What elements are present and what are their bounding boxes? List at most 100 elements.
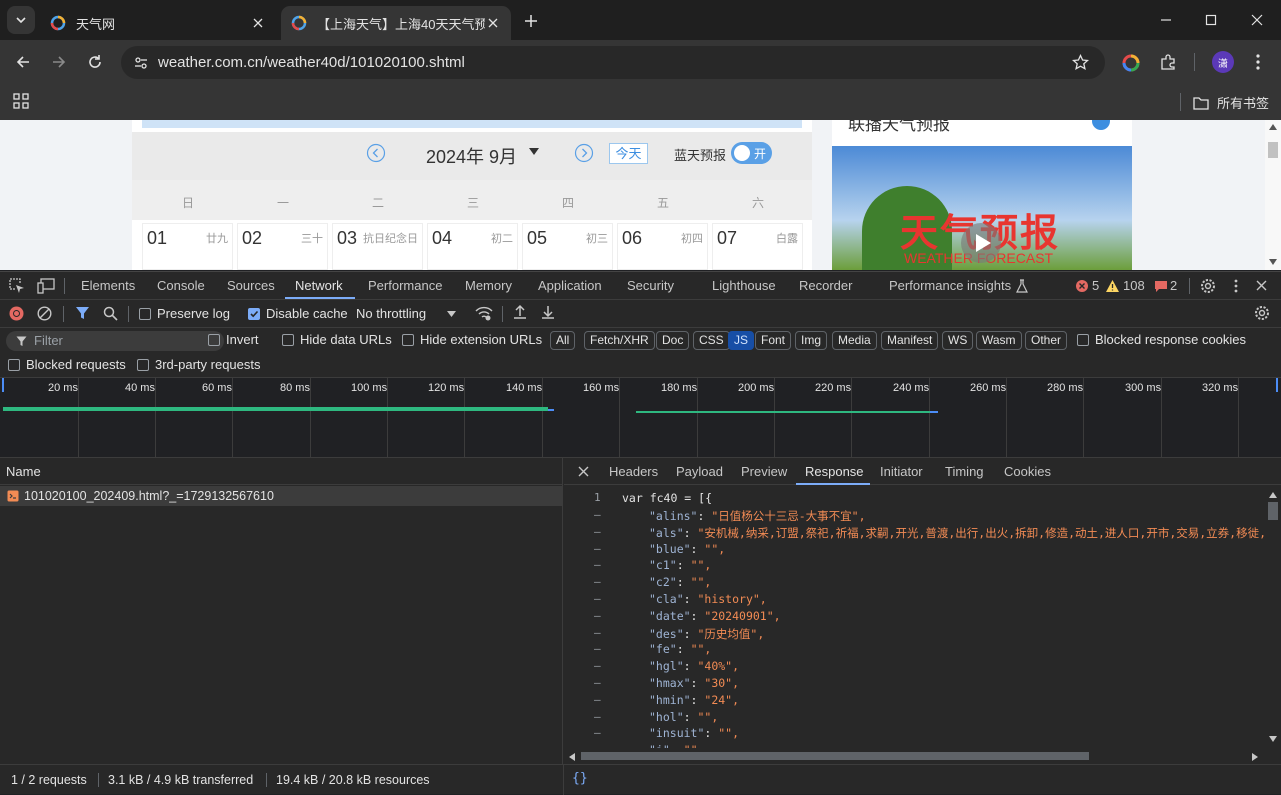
calendar-day[interactable]: 02 三十	[237, 223, 328, 270]
blocked-response-cookies-checkbox[interactable]	[1077, 334, 1089, 346]
kebab-menu-icon[interactable]	[1250, 53, 1266, 71]
kebab-menu-icon[interactable]	[1230, 278, 1242, 294]
page-scroll-thumb[interactable]	[1268, 142, 1278, 158]
export-har-icon[interactable]	[541, 304, 555, 320]
hide-extension-urls-checkbox[interactable]	[402, 334, 414, 346]
next-month-icon[interactable]	[574, 143, 594, 163]
type-filter-manifest[interactable]: Manifest	[881, 331, 939, 350]
tab-search-button[interactable]	[7, 6, 35, 34]
invert-label[interactable]: Invert	[226, 332, 259, 347]
calendar-day[interactable]: 05 初三	[522, 223, 613, 270]
sunny-forecast-toggle[interactable]: 开	[731, 142, 772, 164]
blocked-requests-checkbox[interactable]	[8, 359, 20, 371]
tab-performance-insights[interactable]: Performance insights	[889, 278, 1011, 293]
overview-left-handle[interactable]	[2, 378, 4, 392]
tab-timing[interactable]: Timing	[945, 464, 984, 479]
close-tab-icon[interactable]	[485, 15, 501, 31]
third-party-requests-checkbox[interactable]	[137, 359, 149, 371]
tab-application[interactable]: Application	[538, 278, 602, 293]
tab-response[interactable]: Response	[805, 464, 864, 479]
close-detail-icon[interactable]	[578, 466, 589, 477]
calendar-day[interactable]: 03 抗日纪念日	[332, 223, 423, 270]
tab-performance[interactable]: Performance	[368, 278, 442, 293]
calendar-day[interactable]: 01 廿九	[142, 223, 233, 270]
hide-data-urls-checkbox[interactable]	[282, 334, 294, 346]
weather-video[interactable]: 天气预报 WEATHER FORECAST	[832, 146, 1132, 270]
tab-weather-home[interactable]: 天气网	[40, 6, 276, 40]
network-conditions-icon[interactable]	[475, 305, 493, 321]
filter-input[interactable]: Filter	[6, 331, 224, 351]
clear-icon[interactable]	[37, 306, 52, 321]
tab-shanghai-40d[interactable]: 【上海天气】上海40天天气预报	[281, 6, 511, 40]
info-icon[interactable]	[1092, 120, 1110, 130]
prev-month-icon[interactable]	[366, 143, 386, 163]
network-settings-gear-icon[interactable]	[1254, 305, 1270, 321]
type-filter-js[interactable]: JS	[728, 331, 755, 350]
response-code-view[interactable]: 1 var fc40 = [{ – "alins": "日值杨公十三忌-大事不宜"…	[564, 486, 1264, 748]
type-filter-img[interactable]: Img	[795, 331, 828, 350]
warning-icon[interactable]	[1106, 280, 1119, 292]
tab-cookies[interactable]: Cookies	[1004, 464, 1051, 479]
caret-down-icon[interactable]	[447, 311, 456, 317]
scroll-down-icon[interactable]	[1269, 736, 1277, 742]
page-scrollbar[interactable]	[1265, 120, 1281, 270]
hide-data-urls-label[interactable]: Hide data URLs	[300, 332, 392, 347]
hide-extension-urls-label[interactable]: Hide extension URLs	[420, 332, 542, 347]
tab-payload[interactable]: Payload	[676, 464, 723, 479]
tab-memory[interactable]: Memory	[465, 278, 512, 293]
type-filter-all[interactable]: All	[550, 331, 576, 350]
close-window-button[interactable]	[1234, 6, 1280, 34]
tab-network[interactable]: Network	[295, 278, 343, 293]
preserve-log-label[interactable]: Preserve log	[157, 306, 230, 321]
maximize-button[interactable]	[1188, 6, 1234, 34]
import-har-icon[interactable]	[513, 304, 527, 320]
minimize-button[interactable]	[1143, 6, 1189, 34]
caret-down-icon[interactable]	[529, 148, 539, 156]
preserve-log-checkbox[interactable]	[139, 308, 151, 320]
play-icon[interactable]	[960, 222, 1002, 264]
inspect-element-icon[interactable]	[9, 278, 25, 294]
third-party-requests-label[interactable]: 3rd-party requests	[155, 357, 261, 372]
calendar-day[interactable]: 06 初四	[617, 223, 708, 270]
today-button[interactable]: 今天	[609, 143, 648, 164]
response-horizontal-scrollbar[interactable]	[564, 748, 1265, 764]
tab-lighthouse[interactable]: Lighthouse	[712, 278, 776, 293]
scroll-down-icon[interactable]	[1269, 259, 1277, 265]
error-icon[interactable]	[1076, 280, 1088, 292]
type-filter-doc[interactable]: Doc	[656, 331, 690, 350]
scroll-left-icon[interactable]	[569, 753, 575, 761]
type-filter-fetch-xhr[interactable]: Fetch/XHR	[584, 331, 655, 350]
tab-initiator[interactable]: Initiator	[880, 464, 923, 479]
address-bar[interactable]: weather.com.cn/weather40d/101020100.shtm…	[121, 46, 1105, 79]
filter-icon[interactable]	[75, 306, 90, 321]
tab-headers[interactable]: Headers	[609, 464, 658, 479]
network-overview[interactable]: 20 ms 40 ms 60 ms 80 ms 100 ms 120 ms 14…	[0, 378, 1281, 458]
issues-count[interactable]: 2	[1170, 278, 1177, 293]
error-count[interactable]: 5	[1092, 278, 1099, 293]
invert-checkbox[interactable]	[208, 334, 220, 346]
puzzle-extensions-icon[interactable]	[1159, 53, 1177, 71]
reload-button[interactable]	[81, 48, 109, 76]
record-icon[interactable]	[9, 306, 24, 321]
overview-right-handle[interactable]	[1276, 378, 1278, 392]
disable-cache-checkbox[interactable]	[248, 308, 260, 320]
avatar[interactable]: 潇	[1212, 51, 1234, 73]
search-icon[interactable]	[103, 306, 118, 321]
table-row[interactable]: 101020100_202409.html?_=1729132567610	[0, 486, 563, 506]
scroll-thumb[interactable]	[1268, 502, 1278, 520]
issues-icon[interactable]	[1155, 280, 1167, 292]
type-filter-css[interactable]: CSS	[693, 331, 730, 350]
type-filter-ws[interactable]: WS	[942, 331, 974, 350]
site-info-icon[interactable]	[133, 55, 149, 71]
name-column-header[interactable]: Name	[6, 464, 41, 479]
disable-cache-label[interactable]: Disable cache	[266, 306, 348, 321]
tab-recorder[interactable]: Recorder	[799, 278, 852, 293]
calendar-day[interactable]: 07 白露	[712, 223, 803, 270]
blocked-response-cookies-label[interactable]: Blocked response cookies	[1095, 332, 1246, 347]
tab-elements[interactable]: Elements	[81, 278, 135, 293]
scroll-up-icon[interactable]	[1269, 124, 1277, 130]
type-filter-other[interactable]: Other	[1025, 331, 1068, 350]
calendar-day[interactable]: 04 初二	[427, 223, 518, 270]
tab-preview[interactable]: Preview	[741, 464, 787, 479]
pretty-print-button[interactable]: {}	[572, 771, 588, 786]
